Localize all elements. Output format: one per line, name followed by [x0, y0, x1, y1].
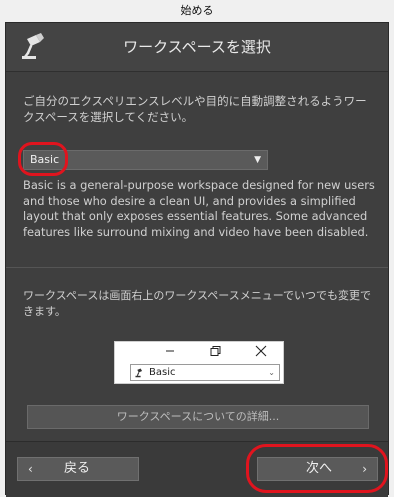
desk-lamp-icon: [135, 368, 143, 378]
intro-text: ご自分のエクスペリエンスレベルや目的に自動調整されるようワークスペースを選択して…: [23, 94, 367, 124]
workspace-menu-value: Basic: [149, 367, 176, 378]
workspace-menu-preview: Basic ⌄: [114, 341, 284, 384]
workspace-menu-select-preview: Basic ⌄: [130, 364, 280, 381]
chevron-left-icon: ‹: [28, 462, 33, 476]
maximize-icon: [210, 346, 221, 356]
highlight-ring-select: [18, 142, 68, 176]
workspace-dialog: ワークスペースを選択 ご自分のエクスペリエンスレベルや目的に自動調整されるようワ…: [5, 22, 389, 497]
chevron-down-icon: ▼: [254, 155, 261, 165]
workspace-description: Basic is a general-purpose workspace des…: [23, 178, 375, 239]
minimize-icon: [166, 350, 174, 352]
change-note: ワークスペースは画面右上のワークスペースメニューでいつでも変更できます。: [23, 289, 372, 318]
chevron-down-icon: ⌄: [268, 368, 275, 377]
back-button-label: 戻る: [64, 461, 91, 476]
dialog-title: ワークスペースを選択: [123, 38, 271, 56]
window-title: 始める: [0, 0, 394, 22]
back-button[interactable]: ‹ 戻る: [17, 457, 139, 481]
workspace-details-button[interactable]: ワークスペースについての詳細...: [27, 405, 369, 429]
window-controls: [115, 342, 283, 362]
divider: [6, 267, 388, 268]
highlight-ring-next: [246, 444, 388, 493]
dialog-header: ワークスペースを選択: [6, 23, 388, 72]
close-icon: [255, 345, 267, 357]
